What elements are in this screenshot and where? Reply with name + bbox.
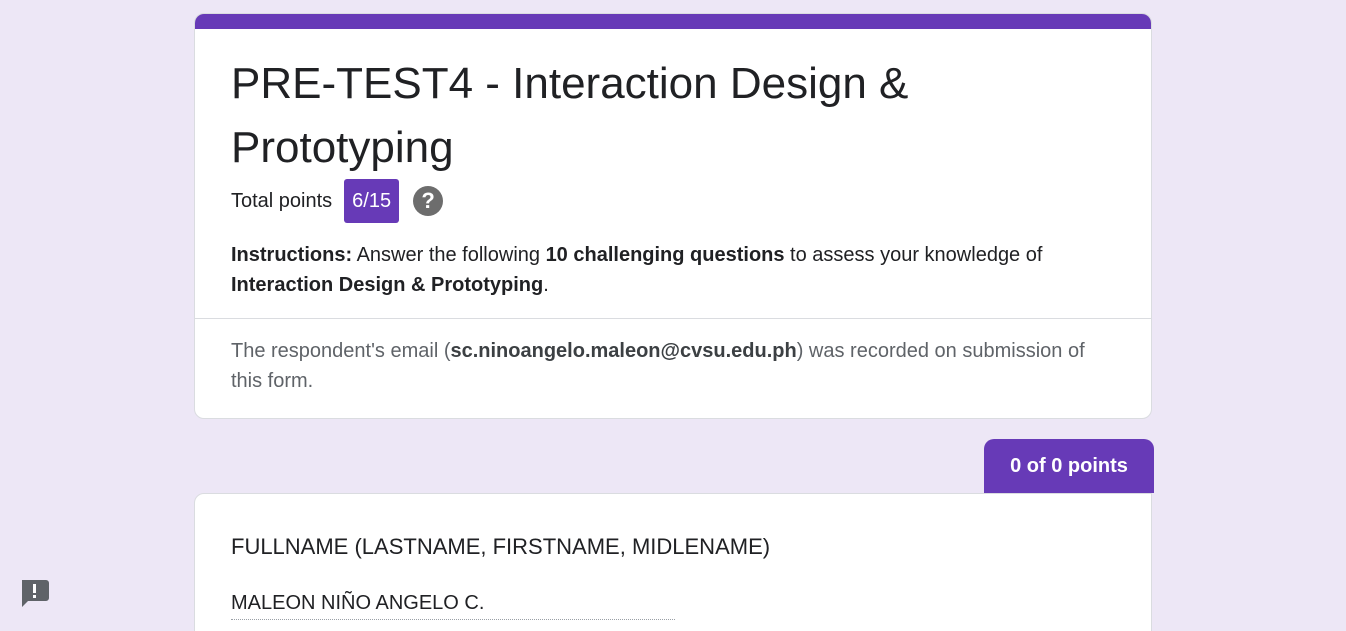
total-points-row: Total points 6/15 ? — [231, 178, 444, 224]
instructions-bold-2: Interaction Design & Prototyping — [231, 274, 544, 296]
form-title: PRE-TEST4 - Interaction Design & Prototy… — [231, 59, 909, 172]
respondent-email: sc.ninoangelo.maleon@cvsu.edu.ph — [450, 340, 797, 362]
score-badge: 6/15 — [344, 179, 400, 223]
header-divider — [195, 318, 1151, 319]
instructions-text-2: to assess your knowledge of — [784, 244, 1043, 266]
form-header-card: PRE-TEST4 - Interaction Design & Prototy… — [194, 13, 1152, 419]
form-page: PRE-TEST4 - Interaction Design & Prototy… — [0, 0, 1346, 631]
email-note: The respondent's email (sc.ninoangelo.ma… — [231, 336, 1121, 396]
total-points-label: Total points — [231, 189, 333, 212]
instructions-text-3: . — [543, 274, 549, 296]
question-points-tab: 0 of 0 points — [984, 439, 1154, 493]
question-card: FULLNAME (LASTNAME, FIRSTNAME, MIDLENAME… — [194, 493, 1152, 631]
answer-value: MALEON NIÑO ANGELO C. — [231, 592, 675, 620]
help-circle-icon[interactable]: ? — [413, 186, 444, 216]
accent-bar — [195, 14, 1151, 29]
email-note-prefix: The respondent's email ( — [231, 340, 451, 362]
instructions-lead: Instructions: — [231, 244, 353, 266]
question-label: FULLNAME (LASTNAME, FIRSTNAME, MIDLENAME… — [231, 534, 771, 559]
instructions-bold-1: 10 challenging questions — [545, 244, 785, 266]
instructions-text-1: Answer the following — [352, 244, 546, 266]
instructions-text: Instructions: Answer the following 10 ch… — [231, 240, 1121, 300]
report-feedback-icon[interactable] — [18, 578, 50, 608]
